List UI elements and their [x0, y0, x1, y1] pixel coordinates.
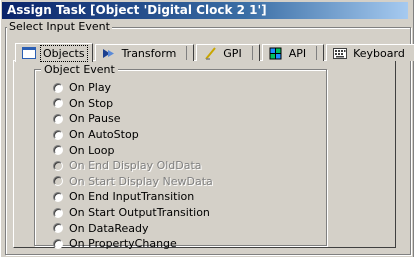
radio-on-start-outputtransition[interactable]: On Start OutputTransition [53, 205, 213, 221]
dialog-title: Assign Task [Object 'Digital Clock 2 1'] [2, 2, 408, 19]
radio-on-loop[interactable]: On Loop [53, 142, 213, 158]
radio-label: On Pause [69, 112, 121, 126]
tab-objects-label: Objects [40, 44, 88, 62]
tab-gpi[interactable]: GPI [196, 44, 260, 61]
radio-button [53, 160, 63, 171]
tab-gpi-label: GPI [223, 46, 242, 60]
radio-on-dataready[interactable]: On DataReady [53, 220, 213, 236]
radio-button[interactable] [53, 82, 63, 93]
radio-label: On Start OutputTransition [69, 206, 210, 220]
radio-label: On AutoStop [69, 128, 139, 142]
gpi-icon [203, 46, 217, 60]
radio-button[interactable] [53, 145, 63, 156]
radio-label: On End InputTransition [69, 190, 195, 204]
event-source-tabs: Objects Transform GPI API Keyboard [15, 41, 414, 62]
tab-api-label: API [288, 46, 307, 60]
objects-icon [22, 47, 36, 60]
radio-on-play[interactable]: On Play [53, 80, 213, 96]
object-event-options: On Play On Stop On Pause On AutoStop On … [53, 80, 213, 252]
tab-objects[interactable]: Objects [15, 43, 93, 62]
tab-keyboard[interactable]: Keyboard [326, 44, 414, 61]
assign-task-dialog: Assign Task [Object 'Digital Clock 2 1']… [0, 0, 414, 257]
radio-label: On Start Display NewData [69, 174, 213, 188]
radio-on-pause[interactable]: On Pause [53, 111, 213, 127]
radio-label: On Play [69, 81, 112, 95]
radio-on-end-display-olddata: On End Display OldData [53, 158, 213, 174]
radio-label: On Stop [69, 96, 114, 110]
tab-keyboard-label: Keyboard [353, 46, 405, 60]
tab-transform[interactable]: Transform [94, 44, 195, 61]
radio-button[interactable] [53, 238, 63, 249]
api-icon [269, 47, 283, 60]
transform-icon [102, 47, 116, 60]
radio-on-stop[interactable]: On Stop [53, 96, 213, 112]
radio-button[interactable] [53, 191, 63, 202]
radio-button[interactable] [53, 207, 63, 218]
radio-label: On PropertyChange [69, 237, 177, 251]
radio-button [53, 176, 63, 187]
radio-on-end-inputtransition[interactable]: On End InputTransition [53, 189, 213, 205]
tab-api[interactable]: API [261, 44, 325, 61]
radio-label: On Loop [69, 143, 115, 157]
tab-separator [186, 46, 188, 60]
radio-button[interactable] [53, 223, 63, 234]
object-event-label: Object Event [41, 63, 118, 76]
tab-transform-label: Transform [121, 46, 177, 60]
radio-on-propertychange[interactable]: On PropertyChange [53, 236, 213, 252]
radio-on-autostop[interactable]: On AutoStop [53, 127, 213, 143]
radio-button[interactable] [53, 113, 63, 124]
radio-label: On DataReady [69, 221, 149, 235]
tab-separator [251, 46, 253, 60]
keyboard-icon [333, 47, 348, 60]
tab-separator [316, 46, 318, 60]
radio-button[interactable] [53, 129, 63, 140]
radio-button[interactable] [53, 98, 63, 109]
radio-label: On End Display OldData [69, 159, 202, 173]
radio-on-start-display-newdata: On Start Display NewData [53, 174, 213, 190]
select-input-event-label: Select Input Event [7, 20, 112, 33]
